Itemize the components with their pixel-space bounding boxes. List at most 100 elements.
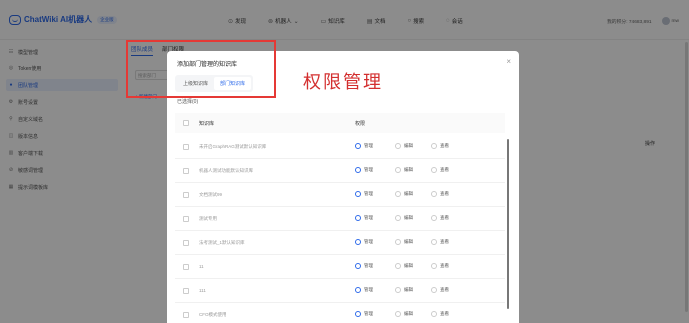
radio-button[interactable]: [355, 287, 361, 293]
selected-count: 已选择(0): [177, 99, 199, 105]
table-row[interactable]: CFO模式使用 管理 编辑 查看: [175, 303, 505, 323]
permission-label: 管理: [364, 239, 373, 244]
permission-option-view[interactable]: 查看: [431, 215, 449, 221]
radio-button[interactable]: [431, 239, 437, 245]
permission-label: 编辑: [404, 215, 413, 220]
permission-label: 编辑: [404, 311, 413, 316]
permission-label: 查看: [440, 167, 449, 172]
row-checkbox[interactable]: [183, 312, 189, 318]
radio-button[interactable]: [395, 167, 401, 173]
permission-label: 管理: [364, 215, 373, 220]
modal-scrollbar[interactable]: [507, 139, 509, 309]
permission-option-edit[interactable]: 编辑: [395, 143, 413, 149]
highlight-box: [126, 40, 276, 98]
permission-option-edit[interactable]: 编辑: [395, 215, 413, 221]
permission-option-manage[interactable]: 管理: [355, 215, 373, 221]
radio-button[interactable]: [395, 215, 401, 221]
permission-label: 编辑: [404, 263, 413, 268]
radio-button[interactable]: [395, 191, 401, 197]
permission-option-edit[interactable]: 编辑: [395, 263, 413, 269]
permission-option-view[interactable]: 查看: [431, 287, 449, 293]
kb-name: 11: [199, 264, 204, 269]
select-all-checkbox[interactable]: [183, 120, 189, 126]
permission-label: 查看: [440, 191, 449, 196]
radio-button[interactable]: [431, 191, 437, 197]
permission-option-edit[interactable]: 编辑: [395, 311, 413, 317]
table-row[interactable]: 机器人测试功能默认知识库 管理 编辑 查看: [175, 159, 505, 183]
radio-button[interactable]: [355, 191, 361, 197]
radio-button[interactable]: [431, 167, 437, 173]
permission-option-edit[interactable]: 编辑: [395, 287, 413, 293]
permission-option-edit[interactable]: 编辑: [395, 191, 413, 197]
permission-label: 管理: [364, 191, 373, 196]
radio-button[interactable]: [355, 215, 361, 221]
radio-button[interactable]: [431, 263, 437, 269]
table-header: 知识库 权限: [175, 113, 505, 133]
permission-option-manage[interactable]: 管理: [355, 143, 373, 149]
row-checkbox[interactable]: [183, 144, 189, 150]
permission-label: 编辑: [404, 143, 413, 148]
column-header-kb: 知识库: [199, 121, 215, 127]
permission-option-edit[interactable]: 编辑: [395, 239, 413, 245]
permission-label: 管理: [364, 311, 373, 316]
radio-button[interactable]: [395, 143, 401, 149]
radio-button[interactable]: [355, 311, 361, 317]
permission-label: 编辑: [404, 239, 413, 244]
permission-option-view[interactable]: 查看: [431, 191, 449, 197]
permission-option-manage[interactable]: 管理: [355, 287, 373, 293]
permission-option-manage[interactable]: 管理: [355, 167, 373, 173]
radio-button[interactable]: [431, 215, 437, 221]
permission-option-view[interactable]: 查看: [431, 143, 449, 149]
row-checkbox[interactable]: [183, 168, 189, 174]
radio-button[interactable]: [395, 239, 401, 245]
table-row[interactable]: 111 管理 编辑 查看: [175, 279, 505, 303]
radio-button[interactable]: [431, 143, 437, 149]
close-icon[interactable]: ×: [506, 57, 511, 66]
radio-button[interactable]: [431, 287, 437, 293]
permission-option-manage[interactable]: 管理: [355, 311, 373, 317]
permission-label: 查看: [440, 143, 449, 148]
radio-button[interactable]: [355, 239, 361, 245]
permission-label: 管理: [364, 287, 373, 292]
row-checkbox[interactable]: [183, 192, 189, 198]
kb-name: 法考测试_1默认知识库: [199, 240, 245, 245]
table-row[interactable]: 11 管理 编辑 查看: [175, 255, 505, 279]
permission-label: 编辑: [404, 287, 413, 292]
radio-button[interactable]: [355, 263, 361, 269]
row-checkbox[interactable]: [183, 264, 189, 270]
permission-label: 查看: [440, 239, 449, 244]
row-checkbox[interactable]: [183, 288, 189, 294]
permission-option-view[interactable]: 查看: [431, 167, 449, 173]
table-row[interactable]: 未开启GraphRAG测试默认知识库 管理 编辑 查看: [175, 135, 505, 159]
permission-option-manage[interactable]: 管理: [355, 263, 373, 269]
radio-button[interactable]: [355, 143, 361, 149]
row-checkbox[interactable]: [183, 216, 189, 222]
permission-label: 查看: [440, 311, 449, 316]
table-row[interactable]: 测试专用 管理 编辑 查看: [175, 207, 505, 231]
permission-label: 查看: [440, 263, 449, 268]
permission-option-edit[interactable]: 编辑: [395, 167, 413, 173]
permission-option-view[interactable]: 查看: [431, 263, 449, 269]
kb-name: 111: [199, 288, 206, 293]
permission-label: 编辑: [404, 167, 413, 172]
permission-label: 管理: [364, 143, 373, 148]
radio-button[interactable]: [355, 167, 361, 173]
permission-option-manage[interactable]: 管理: [355, 191, 373, 197]
permission-label: 编辑: [404, 191, 413, 196]
permission-label: 管理: [364, 263, 373, 268]
row-checkbox[interactable]: [183, 240, 189, 246]
radio-button[interactable]: [395, 263, 401, 269]
permission-option-view[interactable]: 查看: [431, 239, 449, 245]
permission-option-view[interactable]: 查看: [431, 311, 449, 317]
table-row[interactable]: 文档测试99 管理 编辑 查看: [175, 183, 505, 207]
kb-name: 未开启GraphRAG测试默认知识库: [199, 144, 267, 149]
table-row[interactable]: 法考测试_1默认知识库 管理 编辑 查看: [175, 231, 505, 255]
radio-button[interactable]: [395, 311, 401, 317]
kb-name: 测试专用: [199, 216, 217, 221]
column-header-permission: 权限: [355, 121, 366, 127]
permission-label: 查看: [440, 287, 449, 292]
radio-button[interactable]: [431, 311, 437, 317]
permission-label: 查看: [440, 215, 449, 220]
radio-button[interactable]: [395, 287, 401, 293]
permission-option-manage[interactable]: 管理: [355, 239, 373, 245]
